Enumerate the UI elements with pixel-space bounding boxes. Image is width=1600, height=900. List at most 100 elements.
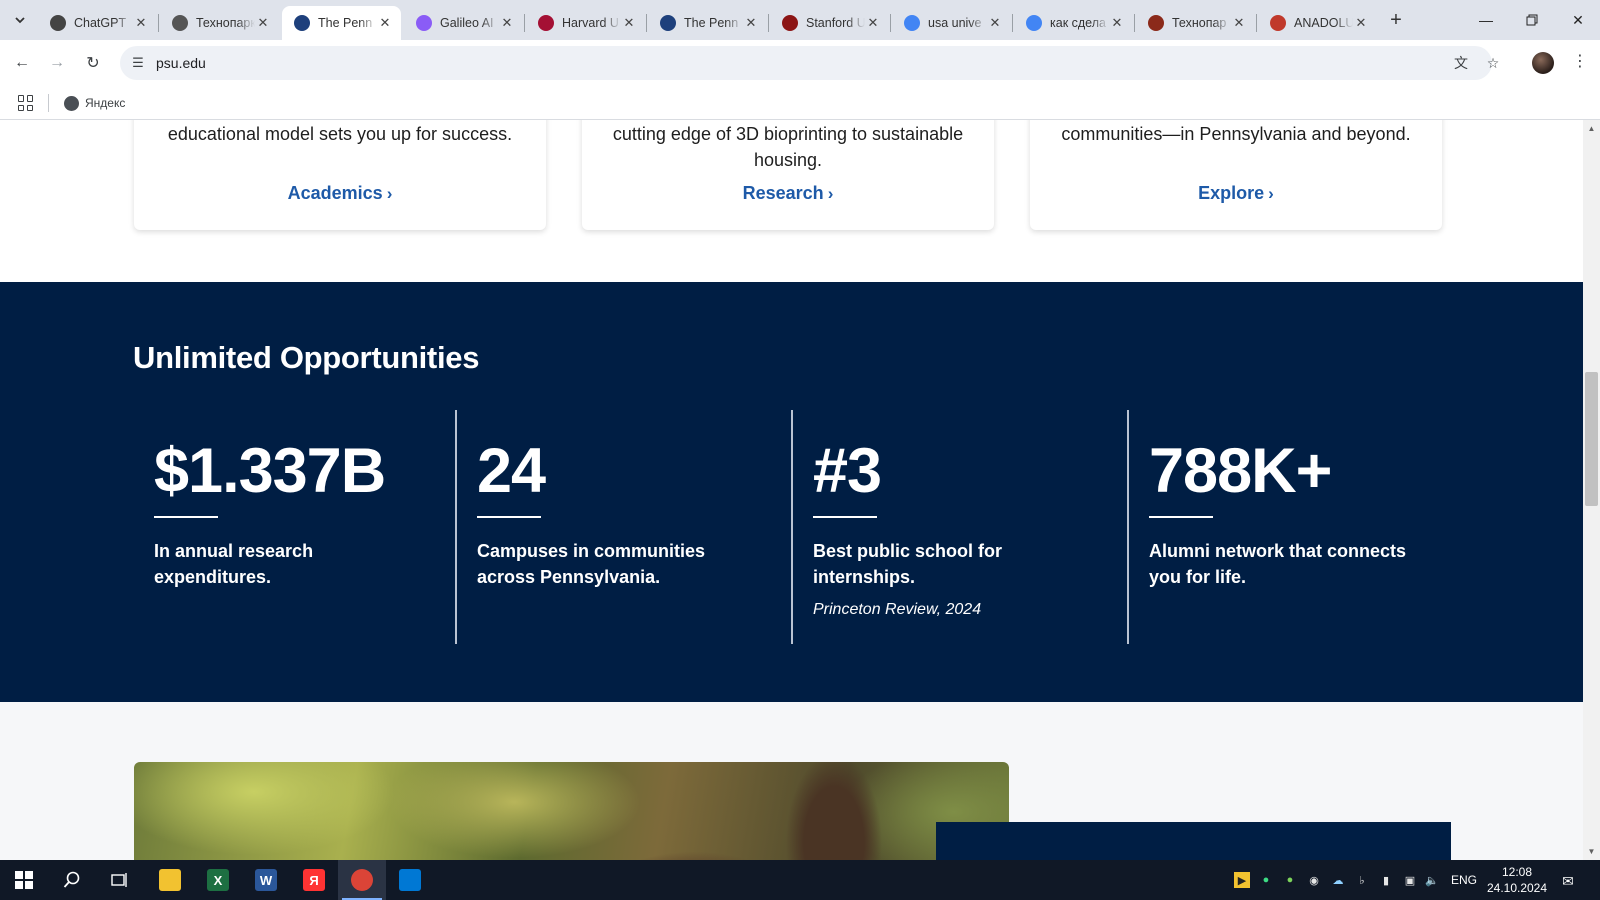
browser-toolbar: ← → ↻ ☰ psu.edu 文 ☆ ⋮ [0,40,1600,86]
apps-grid-icon[interactable] [18,95,34,111]
globe-icon [64,95,79,111]
card-academics: educational model sets you up for succes… [134,120,546,230]
tray-whatsapp-icon[interactable]: ● [1282,872,1298,888]
browser-tab[interactable]: usa unive ✕ [892,6,1011,40]
task-view-button[interactable] [96,860,144,900]
browser-tab[interactable]: Технопар ✕ [1136,6,1255,40]
campus-photo [134,762,1009,860]
close-tab-icon[interactable]: ✕ [987,15,1003,31]
tune-icon: ☰ [132,55,144,70]
card-research: cutting edge of 3D bioprinting to sustai… [582,120,994,230]
stat-research-expenditures: $1.337B In annual research expenditures. [134,410,464,644]
profile-avatar[interactable] [1532,52,1554,74]
bookmark-star-button[interactable]: ☆ [1482,52,1504,74]
close-tab-icon[interactable]: ✕ [255,15,271,31]
stat-divider [1149,516,1213,518]
scroll-down-arrow-icon[interactable]: ▼ [1583,843,1600,860]
card-text: communities—in Pennsylvania and beyond. [1061,124,1411,144]
page-viewport: educational model sets you up for succes… [0,120,1583,860]
tab-title: ANADOLU [1294,16,1353,30]
site-info-button[interactable]: ☰ [126,51,150,75]
page-scrollbar[interactable]: ▲ ▼ [1583,120,1600,860]
browser-menu-button[interactable]: ⋮ [1568,51,1592,75]
taskbar-app-button[interactable]: X [194,860,242,900]
battery-icon[interactable]: ▮ [1378,872,1394,888]
clock[interactable]: 12:08 24.10.2024 [1484,864,1550,896]
tab-separator [890,14,891,32]
network-icon[interactable]: ▣ [1402,872,1418,888]
windows-taskbar: X W Я ▶ ● ● ◉ ☁ ♭ ▮ ▣ 🔈 ENG 12:08 24.10.20… [0,860,1600,900]
close-tab-icon[interactable]: ✕ [865,15,881,31]
arrow-left-icon: ← [14,54,30,71]
taskbar-app-button[interactable] [338,860,386,900]
close-tab-icon[interactable]: ✕ [1353,15,1369,31]
browser-tab[interactable]: The Penn ✕ [282,6,401,40]
tray-headset-icon[interactable]: ♭ [1354,872,1370,888]
bookmark-yandex[interactable]: Яндекс [64,94,125,112]
back-button[interactable]: ← [8,49,36,77]
stat-divider [154,516,218,518]
taskbar-app-button[interactable]: W [242,860,290,900]
close-tab-icon[interactable]: ✕ [743,15,759,31]
new-tab-button[interactable]: + [1384,9,1408,33]
search-button[interactable] [48,860,96,900]
close-icon: ✕ [1572,11,1584,28]
unlimited-opportunities-section: Unlimited Opportunities $1.337B In annua… [0,282,1583,702]
bookmarks-separator [48,94,49,112]
notification-center-button[interactable]: ✉ [1556,870,1580,892]
volume-muted-icon[interactable]: 🔈 [1424,872,1440,888]
browser-tab[interactable]: как сдела ✕ [1014,6,1133,40]
close-tab-icon[interactable]: ✕ [499,15,515,31]
more-vert-icon: ⋮ [1572,53,1588,70]
research-link[interactable]: Research › [582,183,994,204]
forward-button[interactable]: → [43,49,71,77]
start-button[interactable] [0,860,48,900]
translate-button[interactable]: 文 [1450,52,1472,74]
close-tab-icon[interactable]: ✕ [621,15,637,31]
browser-tab[interactable]: Harvard U ✕ [526,6,645,40]
taskbar-app-button[interactable]: Я [290,860,338,900]
explore-link[interactable]: Explore › [1030,183,1442,204]
close-tab-icon[interactable]: ✕ [1109,15,1125,31]
google-icon [904,15,920,31]
tray-cloud-icon[interactable]: ☁ [1330,872,1346,888]
browser-tab[interactable]: Galileo AI ✕ [404,6,523,40]
close-tab-icon[interactable]: ✕ [1231,15,1247,31]
browser-tab[interactable]: The Penn ✕ [648,6,767,40]
scroll-thumb[interactable] [1585,372,1598,506]
browser-tab[interactable]: Stanford U ✕ [770,6,889,40]
tab-title: Технопарк [196,16,255,30]
academics-link[interactable]: Academics › [134,183,546,204]
bookmark-label: Яндекс [85,96,126,110]
reload-button[interactable]: ↻ [79,49,107,77]
close-tab-icon[interactable]: ✕ [377,15,393,31]
browser-tab[interactable]: ANADOLU ✕ [1258,6,1377,40]
taskbar-app-button[interactable] [386,860,434,900]
bookmarks-bar: Яндекс [0,86,1600,120]
restore-icon [1526,14,1538,26]
close-window-button[interactable]: ✕ [1555,0,1600,40]
minimize-icon: — [1479,12,1493,28]
url-text[interactable]: psu.edu [156,55,206,71]
chrome-icon [351,869,373,891]
vscode-icon [399,869,421,891]
scroll-up-arrow-icon[interactable]: ▲ [1583,120,1600,137]
browser-tab[interactable]: Технопарк ✕ [160,6,279,40]
language-indicator[interactable]: ENG [1451,873,1477,887]
stat-value: $1.337B [154,436,386,506]
tray-media-icon[interactable]: ▶ [1234,872,1250,888]
stat-label: Best public school for internships. [813,541,1003,587]
address-bar[interactable]: ☰ psu.edu 文 ☆ [120,46,1499,80]
close-tab-icon[interactable]: ✕ [133,15,149,31]
tab-separator [1256,14,1257,32]
tray-steam-icon[interactable]: ◉ [1306,872,1322,888]
tab-search-button[interactable] [8,8,32,32]
restore-button[interactable] [1509,0,1555,40]
taskbar-app-button[interactable] [146,860,194,900]
star-icon: ☆ [1486,54,1500,71]
tray-shield-icon[interactable]: ● [1258,872,1274,888]
tab-strip: ChatGPT ✕ Технопарк ✕ The Penn ✕ Galileo AI ✕ Ha… [0,0,1600,40]
chevron-right-icon: › [827,184,834,203]
browser-tab[interactable]: ChatGPT ✕ [38,6,157,40]
minimize-button[interactable]: — [1463,0,1509,40]
